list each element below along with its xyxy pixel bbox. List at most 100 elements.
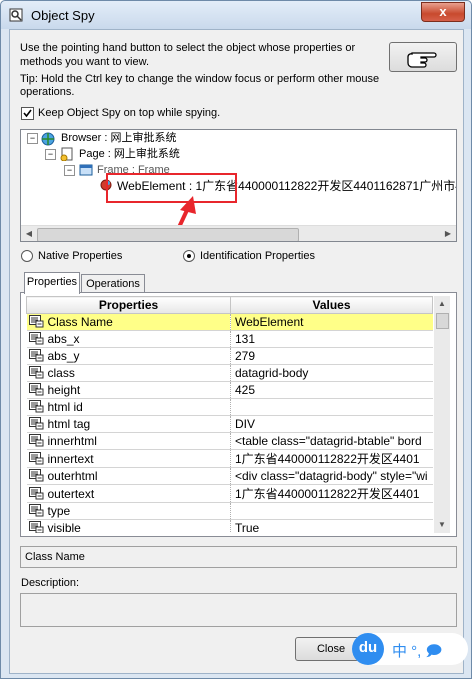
property-name: abs_x xyxy=(47,332,80,346)
browser-globe-icon xyxy=(41,132,55,146)
baidu-logo-icon: du xyxy=(352,633,384,665)
property-name: html tag xyxy=(47,417,91,431)
frame-icon xyxy=(79,164,93,176)
ime-status-text: 中 °, 🗩 xyxy=(392,643,443,660)
properties-grid[interactable]: Properties Values Class Name WebElement ab… xyxy=(26,296,450,533)
scroll-up-icon[interactable]: ▲ xyxy=(434,296,450,312)
property-name: type xyxy=(47,504,71,518)
grid-vertical-scrollbar[interactable]: ▲ ▼ xyxy=(434,296,450,533)
baidu-input-watermark: du 中 °, 🗩 xyxy=(352,633,468,665)
tab-properties[interactable]: Properties xyxy=(24,272,80,294)
description-box xyxy=(20,593,457,627)
property-name-cell[interactable]: html id xyxy=(26,398,231,416)
window-close-button[interactable]: x xyxy=(421,2,465,22)
identification-properties-radio[interactable] xyxy=(183,250,195,262)
table-row[interactable]: Class Name WebElement xyxy=(26,313,433,331)
property-value-cell[interactable] xyxy=(230,502,433,520)
tree-item-browser[interactable]: Browser : 网上审批系统 xyxy=(61,131,177,146)
property-value-cell[interactable]: 279 xyxy=(230,347,433,365)
table-row[interactable]: type xyxy=(26,502,433,520)
property-icon xyxy=(28,383,43,396)
property-icon xyxy=(28,469,43,482)
property-name-cell[interactable]: outerhtml xyxy=(26,467,231,485)
property-name: class xyxy=(47,366,75,380)
property-value-cell[interactable]: DIV xyxy=(230,415,433,433)
property-name-cell[interactable]: abs_x xyxy=(26,330,231,348)
table-row[interactable]: innerhtml <table class="datagrid-btable" … xyxy=(26,432,433,450)
collapse-browser-icon[interactable]: − xyxy=(27,133,38,144)
property-icon xyxy=(28,349,43,362)
window-title: Object Spy xyxy=(31,8,95,23)
status-text: Class Name xyxy=(25,551,85,563)
table-row[interactable]: class datagrid-body xyxy=(26,364,433,382)
property-value-cell[interactable]: 131 xyxy=(230,330,433,348)
table-row[interactable]: html tag DIV xyxy=(26,415,433,433)
table-row[interactable]: height 425 xyxy=(26,381,433,399)
table-row[interactable]: innertext 1广东省440000112822开发区4401 xyxy=(26,449,433,468)
property-name-cell[interactable]: innertext xyxy=(26,449,231,468)
table-row[interactable]: html id xyxy=(26,398,433,416)
property-icon xyxy=(28,451,43,465)
property-name: innerhtml xyxy=(47,434,97,448)
collapse-page-icon[interactable]: − xyxy=(45,149,56,160)
tab-operations[interactable]: Operations xyxy=(81,274,145,293)
object-tree[interactable]: − Browser : 网上审批系统 − Page : 网上审批系统 − Fra… xyxy=(20,129,457,242)
property-value-cell[interactable]: 1广东省440000112822开发区4401 xyxy=(230,484,433,503)
pointing-hand-icon xyxy=(407,52,437,68)
collapse-frame-icon[interactable]: − xyxy=(64,165,75,176)
tree-item-page[interactable]: Page : 网上审批系统 xyxy=(79,147,180,162)
identification-properties-label: Identification Properties xyxy=(200,250,315,262)
property-icon xyxy=(28,521,43,533)
table-row[interactable]: abs_y 279 xyxy=(26,347,433,365)
property-name: Class Name xyxy=(47,315,113,329)
property-value-cell[interactable]: <table class="datagrid-btable" bord xyxy=(230,432,433,450)
property-value-cell[interactable]: True xyxy=(230,519,433,533)
object-spy-icon xyxy=(9,8,23,22)
native-properties-label: Native Properties xyxy=(38,250,123,262)
tree-horizontal-scrollbar[interactable]: ◀ ▶ xyxy=(21,225,456,241)
property-value-cell[interactable]: datagrid-body xyxy=(230,364,433,382)
pointing-hand-button[interactable] xyxy=(389,42,457,72)
scroll-right-icon[interactable]: ▶ xyxy=(440,226,456,241)
tip-line-1: Tip: Hold the Ctrl key to change the win… xyxy=(20,73,380,85)
property-name-cell[interactable]: abs_y xyxy=(26,347,231,365)
client-area: Use the pointing hand button to select t… xyxy=(9,29,468,674)
property-value-cell[interactable]: 1广东省440000112822开发区4401 xyxy=(230,449,433,468)
grid-scroll-thumb[interactable] xyxy=(436,313,449,329)
property-icon xyxy=(28,434,43,447)
title-bar: Object Spy x xyxy=(1,1,471,29)
property-icon xyxy=(28,504,43,517)
property-name-cell[interactable]: Class Name xyxy=(26,313,231,331)
instruction-line-1: Use the pointing hand button to select t… xyxy=(20,42,356,54)
column-header-properties[interactable]: Properties xyxy=(26,296,231,314)
instruction-line-2: methods you want to view. xyxy=(20,56,150,68)
scroll-thumb[interactable] xyxy=(37,228,299,241)
property-value-cell[interactable]: WebElement xyxy=(230,313,433,331)
object-spy-window: Object Spy x Use the pointing hand butto… xyxy=(0,0,472,679)
property-name-cell[interactable]: height xyxy=(26,381,231,399)
table-row[interactable]: abs_x 131 xyxy=(26,330,433,348)
property-value-cell[interactable]: <div class="datagrid-body" style="wi xyxy=(230,467,433,485)
property-icon xyxy=(28,486,43,500)
native-properties-radio[interactable] xyxy=(21,250,33,262)
property-name: height xyxy=(47,383,81,397)
property-name-cell[interactable]: outertext xyxy=(26,484,231,503)
description-label: Description: xyxy=(21,577,80,589)
property-name-cell[interactable]: html tag xyxy=(26,415,231,433)
column-header-values[interactable]: Values xyxy=(230,296,433,314)
property-name-cell[interactable]: visible xyxy=(26,519,231,533)
scroll-left-icon[interactable]: ◀ xyxy=(21,226,37,241)
property-value-cell[interactable] xyxy=(230,398,433,416)
keep-on-top-checkbox[interactable] xyxy=(21,107,34,120)
table-row[interactable]: visible True xyxy=(26,519,433,533)
table-row[interactable]: outerhtml <div class="datagrid-body" styl… xyxy=(26,467,433,485)
table-row[interactable]: outertext 1广东省440000112822开发区4401 xyxy=(26,484,433,503)
keep-on-top-label: Keep Object Spy on top while spying. xyxy=(38,107,221,119)
property-value-cell[interactable]: 425 xyxy=(230,381,433,399)
scroll-down-icon[interactable]: ▼ xyxy=(434,517,450,533)
property-name-cell[interactable]: class xyxy=(26,364,231,382)
property-icon xyxy=(28,315,43,328)
property-name-cell[interactable]: type xyxy=(26,502,231,520)
property-name-cell[interactable]: innerhtml xyxy=(26,432,231,450)
tip-line-2: operations. xyxy=(20,86,75,98)
